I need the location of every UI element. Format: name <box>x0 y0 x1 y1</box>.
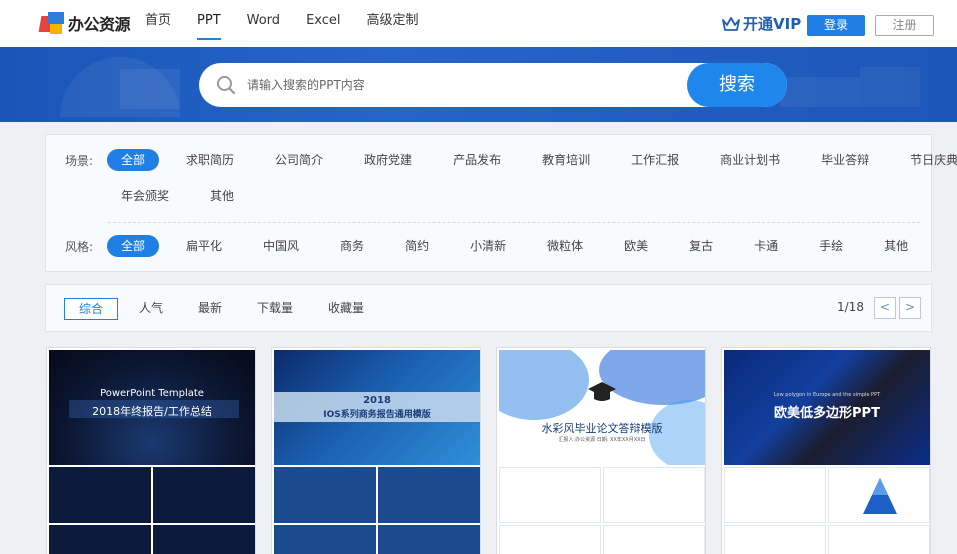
scene-tag[interactable]: 节日庆典 <box>896 149 957 171</box>
style-tag[interactable]: 欧美 <box>610 235 662 257</box>
style-tag[interactable]: 微粒体 <box>533 235 597 257</box>
card-thumbnail <box>499 525 601 554</box>
card-thumbnail <box>274 525 376 554</box>
style-tag[interactable]: 全部 <box>107 235 160 257</box>
card-thumbnail <box>49 467 151 523</box>
scene-tag[interactable]: 全部 <box>107 149 160 171</box>
card-thumbnail <box>153 525 255 554</box>
style-filter-row: 风格: 全部 扁平化 中国风 商务 简约 小清新 微粒体 欧美 复古 卡通 手绘… <box>65 235 935 257</box>
crown-icon <box>722 16 740 31</box>
card-thumbnail <box>724 525 826 554</box>
style-tag[interactable]: 中国风 <box>249 235 313 257</box>
next-page-button[interactable]: > <box>899 297 921 319</box>
scene-tag[interactable]: 毕业答辩 <box>807 149 883 171</box>
search-button[interactable]: 搜索 <box>687 63 787 107</box>
card-cover: Low polygon in Europe and the simple PPT… <box>724 350 930 465</box>
card-thumbnail <box>499 467 601 523</box>
graduation-cap-icon <box>588 382 616 401</box>
pyramid-icon <box>863 478 897 514</box>
card-subtitle: 2018 <box>363 395 391 406</box>
card-cover: PowerPoint Template 2018年终报告/工作总结 <box>49 350 255 465</box>
card-thumbnail <box>828 525 930 554</box>
card-thumbnail <box>828 467 930 523</box>
card-thumbnail <box>378 467 480 523</box>
banner-decoration <box>860 67 920 107</box>
card-subtitle: PowerPoint Template <box>100 388 204 399</box>
style-tag[interactable]: 扁平化 <box>172 235 236 257</box>
style-label: 风格: <box>65 239 94 254</box>
nav-ppt[interactable]: PPT <box>197 0 221 47</box>
nav-word[interactable]: Word <box>247 0 280 47</box>
search-input[interactable] <box>247 73 667 97</box>
search-box: 搜索 <box>199 63 787 107</box>
site-logo[interactable]: 办公资源 <box>38 11 131 35</box>
scene-tag[interactable]: 求职简历 <box>172 149 248 171</box>
scene-tag[interactable]: 其他 <box>196 185 248 207</box>
nav-excel[interactable]: Excel <box>306 0 340 47</box>
card-thumbnail <box>378 525 480 554</box>
card-thumbnail <box>603 467 705 523</box>
scene-tag[interactable]: 政府党建 <box>350 149 426 171</box>
sort-newest[interactable]: 最新 <box>198 298 222 320</box>
prev-page-button[interactable]: < <box>874 297 896 319</box>
filter-divider <box>108 222 920 223</box>
card-title: 水彩风毕业论文答辩模版 <box>541 422 663 435</box>
card-thumbnail <box>153 467 255 523</box>
page-indicator: 1/18 <box>837 300 864 314</box>
template-card[interactable]: PowerPoint Template 2018年终报告/工作总结 <box>46 347 256 554</box>
card-cover: 水彩风毕业论文答辩模版 汇报人:办公资源 日期: XX年XX月XX日 <box>499 350 705 465</box>
search-banner: 搜索 <box>0 47 957 122</box>
vip-label: 开通VIP <box>743 15 802 33</box>
logo-text: 办公资源 <box>68 15 131 34</box>
card-subtitle: Low polygon in Europe and the simple PPT <box>773 392 881 398</box>
sort-bar: 综合 人气 最新 下载量 收藏量 1/18 < > <box>45 284 932 332</box>
template-card[interactable]: Low polygon in Europe and the simple PPT… <box>721 347 931 554</box>
style-tag[interactable]: 其他 <box>870 235 922 257</box>
card-title: IOS系列商务报告通用模版 <box>323 410 431 420</box>
nav-custom[interactable]: 高级定制 <box>367 0 419 47</box>
style-tag[interactable]: 复古 <box>675 235 727 257</box>
sort-downloads[interactable]: 下载量 <box>257 298 293 320</box>
card-cover: 2018 IOS系列商务报告通用模版 <box>274 350 480 465</box>
filter-panel: 场景: 全部 求职简历 公司简介 政府党建 产品发布 教育培训 工作汇报 商业计… <box>45 134 957 272</box>
scene-tag[interactable]: 教育培训 <box>528 149 604 171</box>
scene-filter-row: 场景: 全部 求职简历 公司简介 政府党建 产品发布 教育培训 工作汇报 商业计… <box>65 149 957 171</box>
scene-filter-row-2: 年会颁奖 其他 <box>107 185 261 207</box>
sort-comprehensive[interactable]: 综合 <box>64 298 119 320</box>
vip-link[interactable]: 开通VIP <box>721 13 801 34</box>
nav-home[interactable]: 首页 <box>145 0 171 47</box>
scene-tag[interactable]: 商业计划书 <box>706 149 794 171</box>
sort-favorites[interactable]: 收藏量 <box>328 298 364 320</box>
card-thumbnail <box>724 467 826 523</box>
scene-tag[interactable]: 工作汇报 <box>617 149 693 171</box>
scene-tag[interactable]: 公司简介 <box>261 149 337 171</box>
card-thumbnail <box>49 525 151 554</box>
sort-popular[interactable]: 人气 <box>139 298 163 320</box>
logo-icon <box>38 12 64 34</box>
style-tag[interactable]: 商务 <box>326 235 378 257</box>
card-thumbnail <box>274 467 376 523</box>
search-icon <box>217 76 236 95</box>
style-tag[interactable]: 小清新 <box>456 235 520 257</box>
scene-tag[interactable]: 年会颁奖 <box>107 185 183 207</box>
template-card[interactable]: 水彩风毕业论文答辩模版 汇报人:办公资源 日期: XX年XX月XX日 <box>496 347 706 554</box>
card-subtitle: 汇报人:办公资源 日期: XX年XX月XX日 <box>558 437 646 443</box>
style-tag[interactable]: 手绘 <box>805 235 857 257</box>
style-tag[interactable]: 简约 <box>391 235 443 257</box>
top-header: 办公资源 首页 PPT Word Excel 高级定制 开通VIP 登录 注册 <box>0 0 957 47</box>
scene-tag[interactable]: 产品发布 <box>439 149 515 171</box>
card-thumbnail <box>603 525 705 554</box>
card-title: 2018年终报告/工作总结 <box>92 405 212 418</box>
scene-label: 场景: <box>65 153 94 168</box>
template-card[interactable]: 2018 IOS系列商务报告通用模版 <box>271 347 481 554</box>
main-nav: 首页 PPT Word Excel 高级定制 <box>145 0 445 47</box>
banner-decoration <box>780 77 860 107</box>
login-button[interactable]: 登录 <box>807 15 865 36</box>
banner-decoration <box>120 69 180 109</box>
card-title: 欧美低多边形PPT <box>774 406 880 421</box>
register-button[interactable]: 注册 <box>875 15 934 36</box>
style-tag[interactable]: 卡通 <box>740 235 792 257</box>
